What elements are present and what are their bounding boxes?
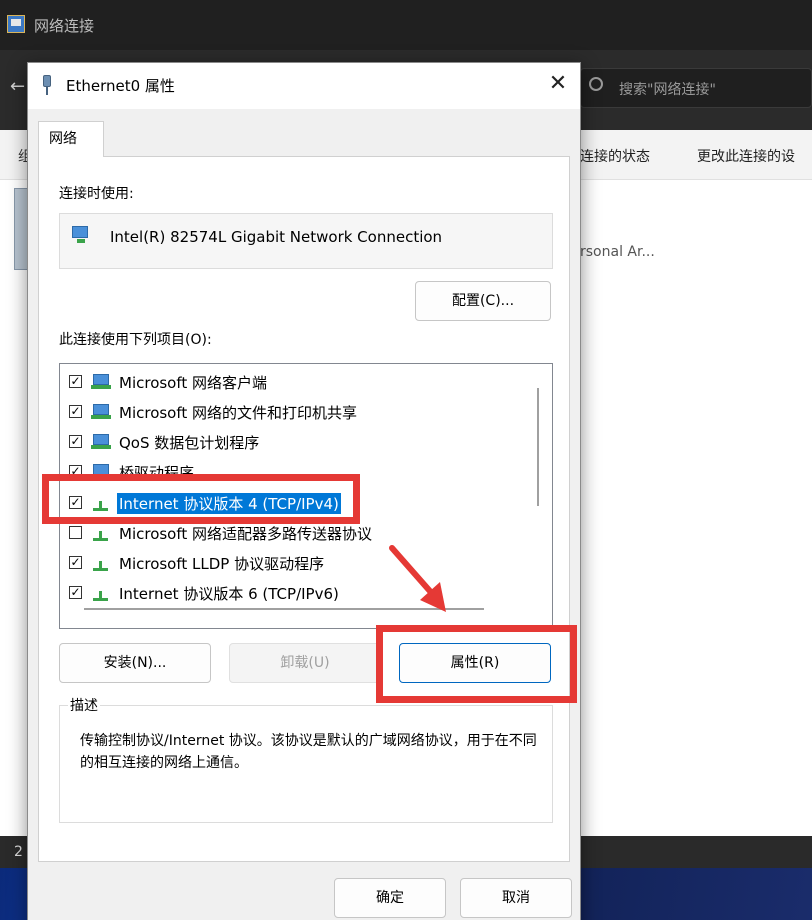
list-item[interactable]: Microsoft 网络适配器多路传送器协议 <box>60 518 540 548</box>
bg-cmd-view-status[interactable]: 连接的状态 <box>580 146 650 166</box>
configure-button[interactable]: 配置(C)... <box>415 281 551 321</box>
bg-cmd-change-settings[interactable]: 更改此连接的设 <box>697 146 795 166</box>
item-checkbox[interactable]: ✓ <box>69 465 82 478</box>
list-item-selected[interactable]: ✓ Internet 协议版本 4 (TCP/IPv4) <box>60 488 540 518</box>
tab-network-label: 网络 <box>49 131 77 147</box>
item-label: Microsoft 网络适配器多路传送器协议 <box>119 525 373 543</box>
ethernet-plug-icon <box>42 75 52 95</box>
bg-window-title: 网络连接 <box>34 17 95 35</box>
item-label: 桥驱动程序 <box>119 464 195 482</box>
adapter-name: Intel(R) 82574L Gigabit Network Connecti… <box>110 228 443 246</box>
ok-button[interactable]: 确定 <box>334 878 446 918</box>
list-item[interactable]: ✓ QoS 数据包计划程序 <box>60 427 540 457</box>
item-checkbox[interactable]: ✓ <box>69 496 82 509</box>
connect-using-label: 连接时使用: <box>59 186 134 202</box>
protocol-icon <box>91 555 111 571</box>
client-icon <box>91 374 111 390</box>
network-connections-icon <box>7 15 25 33</box>
item-checkbox[interactable]: ✓ <box>69 405 82 418</box>
close-icon[interactable]: ✕ <box>540 69 576 101</box>
dialog-title: Ethernet0 属性 <box>66 77 175 95</box>
items-label: 此连接使用下列项目(O): <box>59 332 212 348</box>
item-label: QoS 数据包计划程序 <box>119 434 260 452</box>
client-icon <box>91 434 111 450</box>
properties-button[interactable]: 属性(R) <box>399 643 551 683</box>
uninstall-button[interactable]: 卸载(U) <box>229 643 381 683</box>
bg-search-box[interactable]: 搜索"网络连接" <box>580 68 812 108</box>
item-checkbox[interactable]: ✓ <box>69 586 82 599</box>
cancel-button[interactable]: 取消 <box>460 878 572 918</box>
list-item[interactable]: ✓ Internet 协议版本 6 (TCP/IPv6) <box>60 578 540 608</box>
item-label: Microsoft LLDP 协议驱动程序 <box>119 555 325 573</box>
protocol-icon <box>91 495 111 511</box>
vertical-scrollbar[interactable] <box>537 388 539 506</box>
client-icon <box>91 464 111 480</box>
search-icon <box>589 77 603 91</box>
bg-title-bar: 网络连接 <box>0 0 812 50</box>
item-label: Microsoft 网络客户端 <box>119 374 268 392</box>
network-adapter-icon <box>72 226 90 246</box>
description-title: 描述 <box>68 695 100 715</box>
bg-connection-text: rsonal Ar... <box>580 244 655 260</box>
list-item[interactable]: ✓ Microsoft 网络的文件和打印机共享 <box>60 397 540 427</box>
protocol-icon <box>91 585 111 601</box>
connection-item-icon[interactable] <box>14 188 28 270</box>
ethernet-properties-dialog: Ethernet0 属性 ✕ 网络 连接时使用: Intel(R) 82574L… <box>27 62 581 920</box>
protocol-icon <box>91 525 111 541</box>
horizontal-scrollbar[interactable] <box>84 608 484 610</box>
adapter-box: Intel(R) 82574L Gigabit Network Connecti… <box>59 213 553 269</box>
item-checkbox[interactable]: ✓ <box>69 435 82 448</box>
bg-search-placeholder: 搜索"网络连接" <box>619 82 716 98</box>
tab-network[interactable]: 网络 <box>38 121 104 157</box>
back-arrow-icon[interactable]: ← <box>10 76 25 97</box>
list-item[interactable]: ✓ Microsoft LLDP 协议驱动程序 <box>60 548 540 578</box>
bg-status-text: 2 <box>14 844 23 860</box>
components-list[interactable]: ✓ Microsoft 网络客户端 ✓ Microsoft 网络的文件和打印机共… <box>59 363 553 629</box>
list-item[interactable]: ✓ 桥驱动程序 <box>60 457 540 487</box>
item-checkbox[interactable]: ✓ <box>69 556 82 569</box>
install-button[interactable]: 安装(N)... <box>59 643 211 683</box>
item-label: Internet 协议版本 6 (TCP/IPv6) <box>119 585 339 603</box>
item-label: Internet 协议版本 4 (TCP/IPv4) <box>117 493 341 514</box>
description-group: 描述 传输控制协议/Internet 协议。该协议是默认的广域网络协议，用于在不… <box>59 695 553 823</box>
client-icon <box>91 404 111 420</box>
item-checkbox[interactable] <box>69 526 82 539</box>
item-checkbox[interactable]: ✓ <box>69 375 82 388</box>
tab-panel: 连接时使用: Intel(R) 82574L Gigabit Network C… <box>38 156 570 862</box>
description-text: 传输控制协议/Internet 协议。该协议是默认的广域网络协议，用于在不同的相… <box>80 733 537 771</box>
dialog-title-bar: Ethernet0 属性 ✕ <box>28 63 580 109</box>
list-item[interactable]: ✓ Microsoft 网络客户端 <box>60 367 540 397</box>
item-label: Microsoft 网络的文件和打印机共享 <box>119 404 358 422</box>
